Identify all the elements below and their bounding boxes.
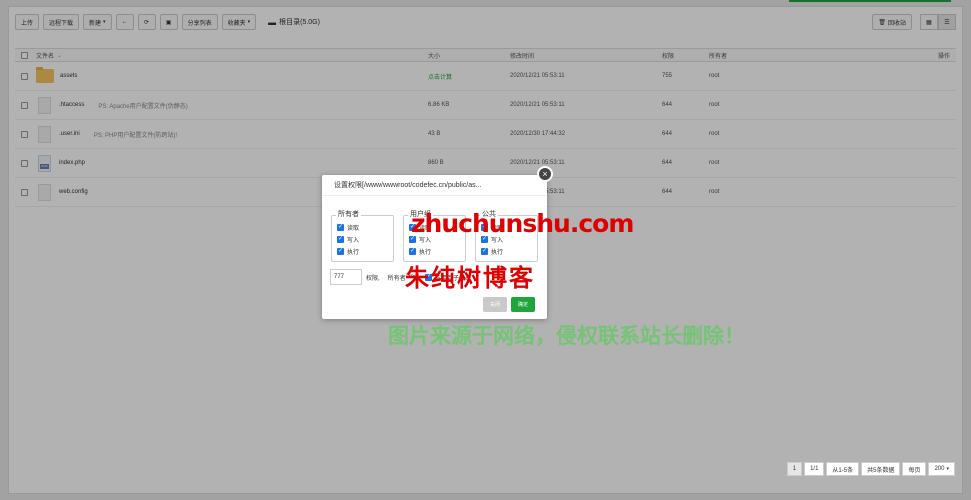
owner-exec-option[interactable]: ✓ 执行 (337, 247, 359, 256)
check-icon[interactable]: ✓ (337, 248, 344, 255)
check-icon[interactable]: ✓ (481, 248, 488, 255)
watermark-blog: 朱纯树博客 (405, 265, 535, 292)
dialog-buttons: 关闭 确定 (479, 297, 535, 312)
page-count: 1/1 (804, 462, 825, 476)
group-exec-label: 执行 (419, 250, 432, 256)
per-page-value: 200 (934, 466, 945, 472)
owner-legend: 所有者 (336, 209, 361, 219)
check-icon[interactable]: ✓ (409, 248, 416, 255)
permission-label: 权限, (366, 275, 380, 282)
owner-exec-label: 执行 (347, 250, 360, 256)
watermark-notice: 图片来源于网络，侵权联系站长删除！ (388, 325, 745, 348)
confirm-button[interactable]: 确定 (510, 297, 535, 312)
file-manager-page: 上传 远程下载 新建 ▾ ← ⟳ ▣ 分享列表 收藏夹 ▾ ▬ 根目录(5.0G) 🗑… (0, 0, 971, 500)
per-page-select[interactable]: 200 ▾ (928, 462, 955, 476)
owner-write-option[interactable]: ✓ 写入 (337, 235, 359, 244)
owner-write-label: 写入 (347, 238, 360, 244)
check-icon[interactable]: ✓ (337, 224, 344, 231)
group-exec-option[interactable]: ✓ 执行 (409, 247, 431, 256)
owner-label: 所有者 (387, 275, 406, 282)
per-page-label: 每页 (902, 462, 927, 476)
owner-permissions: 所有者 ✓ 读取 ✓ 写入 ✓ 执行 (331, 209, 394, 262)
dialog-title: 设置权限[/www/wwwroot/codefec.cn/public/as..… (322, 175, 547, 196)
permission-dialog: 设置权限[/www/wwwroot/codefec.cn/public/as..… (322, 166, 553, 319)
owner-read-label: 读取 (347, 226, 360, 232)
page-current[interactable]: 1 (786, 462, 803, 476)
chevron-down-icon: ▾ (946, 466, 949, 472)
owner-read-option[interactable]: ✓ 读取 (337, 223, 359, 232)
page-range: 从1-5条 (826, 462, 860, 476)
public-exec-option[interactable]: ✓ 执行 (481, 247, 503, 256)
public-exec-label: 执行 (491, 250, 504, 256)
cancel-button[interactable]: 关闭 (482, 297, 507, 312)
watermark-site: zhuchunshu.com (411, 209, 634, 238)
close-icon[interactable]: × (537, 166, 553, 182)
pagination: 1 1/1 从1-5条 共5条数据 每页 200 ▾ (785, 462, 955, 476)
page-total: 共5条数据 (861, 462, 901, 476)
check-icon[interactable]: ✓ (337, 236, 344, 243)
permission-input[interactable]: 777 (330, 269, 362, 285)
